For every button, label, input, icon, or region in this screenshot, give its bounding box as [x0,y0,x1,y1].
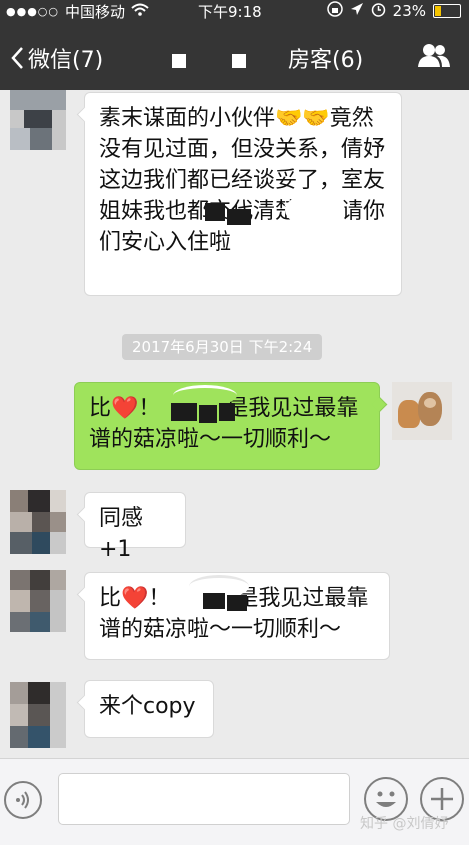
carrier-name: 中国移动 [65,3,126,21]
group-icon [417,44,451,74]
message-text: 同感+1 [99,506,144,562]
message-bubble[interactable]: 素末谋面的小伙伴🤝🤝竟然没有见过面，但没关系，倩妤这边我们都已经谈妥了，室友姐妹… [84,92,402,296]
battery-icon [433,4,461,18]
avatar[interactable] [10,682,66,748]
message-bubble[interactable]: 来个copy [84,680,214,738]
redaction-mark [203,593,225,609]
message-text: 来个copy [99,694,196,719]
avatar[interactable] [10,90,66,150]
redaction-mark [227,595,247,611]
chevron-left-icon [10,46,24,70]
redaction-mark [285,193,345,227]
voice-button[interactable] [4,781,42,819]
battery-percent: 23% [392,2,426,20]
message-bubble[interactable]: 同感+1 [84,492,186,562]
redaction-mark [219,403,235,421]
timestamp-label: 2017年6月30日 下午2:24 [122,334,323,360]
redaction-mark [172,54,186,68]
redaction-mark [232,54,246,68]
clock: 下午9:18 [198,3,262,21]
message-bubble[interactable]: 比❤️！ 是我见过最靠谱的菇凉啦～一切顺利～ [84,572,390,660]
voice-icon [6,791,40,821]
top-bar: ●●●○○ 中国移动 下午9:18 23% 微信(7) 房客(6) [0,0,469,90]
redaction-mark [205,203,225,221]
message-input[interactable] [58,773,350,825]
signal-strength: ●●●○○ [6,5,59,18]
avatar[interactable] [10,570,66,632]
redaction-mark [171,403,197,421]
status-bar: ●●●○○ 中国移动 下午9:18 23% [0,0,469,22]
location-icon [350,2,364,20]
chat-title: 房客(6) [288,48,364,73]
alarm-icon [371,2,386,21]
redaction-mark [227,209,251,225]
battery-level [435,6,441,16]
watermark: 知乎 @刘倩妤 [360,816,449,832]
back-button[interactable]: 微信(7) [10,42,103,74]
nav-bar: 微信(7) 房客(6) [0,30,469,84]
avatar[interactable] [10,490,66,554]
message-bubble-outgoing[interactable]: 比❤️！ 是我见过最靠谱的菇凉啦～一切顺利～ [74,382,380,470]
lock-icon [326,1,343,21]
redaction-mark [199,405,217,423]
avatar-self[interactable] [392,382,452,440]
back-label: 微信(7) [28,48,104,73]
message-text: 素末谋面的小伙伴🤝🤝竟然没有见过面，但没关系，倩妤这边我们都已经谈妥了，室友姐妹… [99,106,386,255]
wifi-icon [131,3,149,21]
group-info-button[interactable] [417,42,451,74]
